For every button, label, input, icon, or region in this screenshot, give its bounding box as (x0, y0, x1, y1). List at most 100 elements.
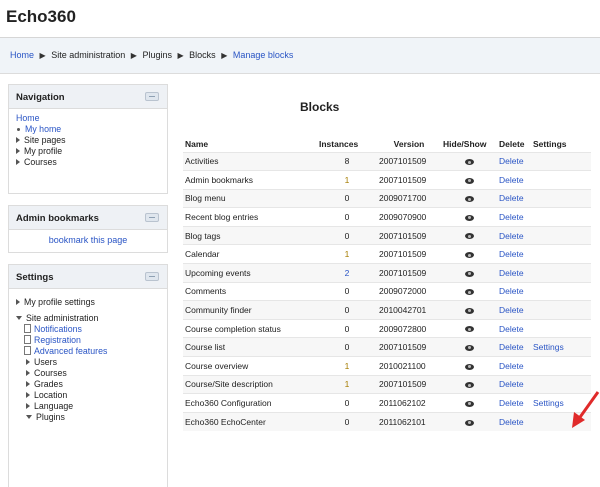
delete-link[interactable]: Delete (497, 170, 531, 190)
nav-my-home[interactable]: My home (16, 124, 160, 135)
block-instances: 0 (317, 300, 377, 320)
expand-icon (26, 403, 30, 409)
delete-link[interactable]: Delete (497, 411, 531, 431)
hide-show-cell (441, 188, 497, 208)
eye-icon[interactable] (464, 307, 474, 314)
nav-courses[interactable]: Courses (16, 157, 160, 168)
delete-link[interactable]: Delete (497, 207, 531, 227)
breadcrumb-separator-icon: ▶ (130, 51, 137, 60)
block-version: 2010042701 (377, 300, 441, 320)
delete-link[interactable]: Delete (497, 225, 531, 245)
settings-link[interactable]: Settings (531, 337, 591, 357)
expand-icon (26, 370, 30, 376)
users-item[interactable]: Users (16, 357, 160, 368)
eye-icon[interactable] (464, 159, 474, 166)
block-version: 2007101509 (377, 151, 441, 171)
eye-icon[interactable] (464, 363, 474, 370)
block-name: Course completion status (183, 318, 317, 338)
block-instances[interactable]: 2 (317, 263, 377, 283)
grades-item[interactable]: Grades (16, 379, 160, 390)
location-item[interactable]: Location (16, 390, 160, 401)
table-row: Echo360 Configuration 0 2011062102 Delete Se… (183, 393, 591, 413)
eye-icon[interactable] (464, 326, 474, 333)
block-name: Echo360 Configuration (183, 393, 317, 413)
eye-icon[interactable] (464, 344, 474, 351)
my-profile-settings[interactable]: My profile settings (16, 297, 160, 313)
language-item[interactable]: Language (16, 401, 160, 412)
delete-link[interactable]: Delete (497, 151, 531, 171)
delete-link[interactable]: Delete (497, 374, 531, 394)
expand-icon (16, 137, 20, 143)
block-version: 2007101509 (377, 225, 441, 245)
advanced-features-item[interactable]: Advanced features (16, 346, 160, 357)
bookmark-this-page-link[interactable]: bookmark this page (49, 235, 128, 245)
site-header: Echo360 (0, 0, 600, 38)
block-name: Echo360 EchoCenter (183, 411, 317, 431)
eye-icon[interactable] (464, 419, 474, 426)
breadcrumb-plugins[interactable]: Plugins (142, 50, 172, 60)
block-dock-icon[interactable] (145, 272, 159, 281)
nav-my-profile[interactable]: My profile (16, 146, 160, 157)
delete-link[interactable]: Delete (497, 393, 531, 413)
table-row: Blog tags 0 2007101509 Delete (183, 225, 591, 245)
bullet-icon (17, 127, 20, 131)
nav-home[interactable]: Home (16, 113, 160, 124)
site-title[interactable]: Echo360 (6, 7, 76, 27)
eye-icon[interactable] (464, 289, 474, 296)
eye-icon[interactable] (464, 177, 474, 184)
column-header-instances[interactable]: Instances (317, 136, 377, 152)
settings-link (531, 207, 591, 227)
eye-icon[interactable] (464, 270, 474, 277)
hide-show-cell (441, 337, 497, 357)
column-header-name[interactable]: Name (183, 136, 317, 152)
block-version: 2010021100 (377, 356, 441, 376)
eye-icon[interactable] (464, 196, 474, 203)
block-dock-icon[interactable] (145, 92, 159, 101)
navigation-block: Navigation Home My home Site pages My pr… (8, 84, 168, 194)
registration-item[interactable]: Registration (16, 335, 160, 346)
block-name: Course list (183, 337, 317, 357)
block-version: 2007101509 (377, 244, 441, 264)
admin-bookmarks-block: Admin bookmarks bookmark this page (8, 205, 168, 253)
eye-icon[interactable] (464, 382, 474, 389)
delete-link[interactable]: Delete (497, 356, 531, 376)
table-row: Course overview 1 2010021100 Delete (183, 356, 591, 376)
courses-item[interactable]: Courses (16, 368, 160, 379)
hide-show-cell (441, 300, 497, 320)
settings-link (531, 151, 591, 171)
block-dock-icon[interactable] (145, 213, 159, 222)
eye-icon[interactable] (464, 252, 474, 259)
delete-link[interactable]: Delete (497, 300, 531, 320)
eye-icon[interactable] (464, 214, 474, 221)
breadcrumb-site-admin[interactable]: Site administration (51, 50, 125, 60)
block-instances: 0 (317, 411, 377, 431)
delete-link[interactable]: Delete (497, 188, 531, 208)
plugins-item[interactable]: Plugins (16, 412, 160, 423)
delete-link[interactable]: Delete (497, 263, 531, 283)
notifications-item[interactable]: Notifications (16, 324, 160, 335)
nav-site-pages[interactable]: Site pages (16, 135, 160, 146)
block-name: Course/Site description (183, 374, 317, 394)
breadcrumb-home[interactable]: Home (10, 50, 34, 60)
site-administration[interactable]: Site administration (16, 313, 160, 324)
delete-link[interactable]: Delete (497, 337, 531, 357)
block-instances: 0 (317, 393, 377, 413)
table-row: Blog menu 0 2009071700 Delete (183, 188, 591, 208)
block-name: Activities (183, 151, 317, 171)
delete-link[interactable]: Delete (497, 318, 531, 338)
delete-link[interactable]: Delete (497, 244, 531, 264)
column-header-settings: Settings (533, 138, 567, 149)
hide-show-cell (441, 244, 497, 264)
breadcrumb-manage-blocks[interactable]: Manage blocks (233, 50, 294, 60)
delete-link[interactable]: Delete (497, 281, 531, 301)
block-version: 2009070900 (377, 207, 441, 227)
eye-icon[interactable] (464, 233, 474, 240)
column-header-version[interactable]: Version (377, 136, 441, 152)
annotation-arrow-icon (572, 391, 600, 428)
column-header-delete: Delete (499, 138, 525, 149)
eye-icon[interactable] (464, 400, 474, 407)
expand-icon (16, 299, 20, 305)
hide-show-cell (441, 207, 497, 227)
column-header-hide-show: Hide/Show (443, 138, 487, 149)
breadcrumb-blocks[interactable]: Blocks (189, 50, 216, 60)
